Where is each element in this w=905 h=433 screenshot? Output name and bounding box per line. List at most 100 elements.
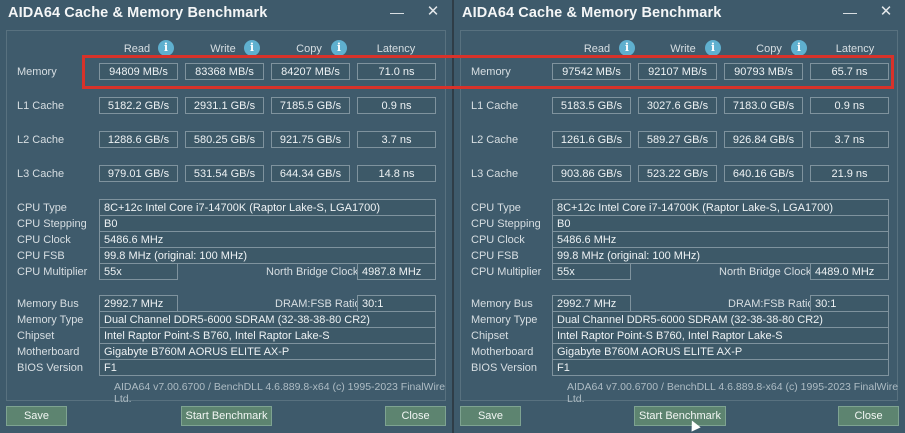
l1-write-value: 3027.6 GB/s	[638, 97, 717, 114]
info-icon[interactable]: i	[619, 40, 635, 56]
results-panel: Read i Write i Copy i Latency Memory 948…	[6, 30, 446, 401]
benchmark-window-right: AIDA64 Cache & Memory Benchmark — ✕ Read…	[454, 0, 905, 433]
l1-read-value: 5182.2 GB/s	[99, 97, 178, 114]
chipset-value: Intel Raptor Point-S B760, Intel Raptor …	[552, 327, 889, 344]
cpu-fsb-label: CPU FSB	[17, 250, 65, 262]
cpu-multiplier-value: 55x	[99, 263, 178, 280]
memory-type-value: Dual Channel DDR5-6000 SDRAM (32-38-38-8…	[99, 311, 436, 328]
cpu-clock-label: CPU Clock	[471, 234, 525, 246]
title-bar[interactable]: AIDA64 Cache & Memory Benchmark — ✕	[454, 0, 905, 26]
north-bridge-clock-label: North Bridge Clock	[266, 266, 359, 278]
window-title: AIDA64 Cache & Memory Benchmark	[462, 5, 722, 21]
benchmark-window-left: AIDA64 Cache & Memory Benchmark — ✕ Read…	[0, 0, 452, 433]
chipset-label: Chipset	[17, 330, 55, 342]
row-label-l3-cache: L3 Cache	[17, 168, 65, 180]
l1-write-value: 2931.1 GB/s	[185, 97, 264, 114]
row-label-memory: Memory	[17, 66, 57, 78]
dram-fsb-ratio-label: DRAM:FSB Ratio	[728, 298, 814, 310]
bios-version-value: F1	[99, 359, 436, 376]
l2-write-value: 580.25 GB/s	[185, 131, 264, 148]
close-button[interactable]: Close	[385, 406, 446, 426]
cpu-fsb-value: 99.8 MHz (original: 100 MHz)	[99, 247, 436, 264]
close-button[interactable]: Close	[838, 406, 899, 426]
memory-bus-value: 2992.7 MHz	[99, 295, 178, 312]
row-label-l2-cache: L2 Cache	[17, 134, 65, 146]
start-benchmark-button[interactable]: Start Benchmark	[634, 406, 726, 426]
chipset-label: Chipset	[471, 330, 509, 342]
motherboard-value: Gigabyte B760M AORUS ELITE AX-P	[552, 343, 889, 360]
title-bar[interactable]: AIDA64 Cache & Memory Benchmark — ✕	[0, 0, 452, 26]
memory-latency-value: 65.7 ns	[810, 63, 889, 80]
dram-fsb-ratio-value: 30:1	[357, 295, 436, 312]
l3-latency-value: 21.9 ns	[810, 165, 889, 182]
info-icon[interactable]: i	[705, 40, 721, 56]
window-title: AIDA64 Cache & Memory Benchmark	[8, 5, 268, 21]
l1-copy-value: 7185.5 GB/s	[271, 97, 350, 114]
save-button[interactable]: Save	[6, 406, 67, 426]
row-label-l2-cache: L2 Cache	[471, 134, 519, 146]
start-benchmark-button[interactable]: Start Benchmark	[181, 406, 272, 426]
memory-type-label: Memory Type	[17, 314, 84, 326]
l2-latency-value: 3.7 ns	[810, 131, 889, 148]
north-bridge-clock-value: 4489.0 MHz	[810, 263, 889, 280]
l2-read-value: 1288.6 GB/s	[99, 131, 178, 148]
north-bridge-clock-value: 4987.8 MHz	[357, 263, 436, 280]
minimize-icon[interactable]: —	[386, 2, 408, 22]
l3-write-value: 531.54 GB/s	[185, 165, 264, 182]
info-icon[interactable]: i	[244, 40, 260, 56]
l3-copy-value: 640.16 GB/s	[724, 165, 803, 182]
cpu-multiplier-label: CPU Multiplier	[471, 266, 542, 278]
l1-latency-value: 0.9 ns	[357, 97, 436, 114]
cpu-clock-label: CPU Clock	[17, 234, 71, 246]
memory-read-value: 97542 MB/s	[552, 63, 631, 80]
row-label-l1-cache: L1 Cache	[17, 100, 65, 112]
cpu-type-value: 8C+12c Intel Core i7-14700K (Raptor Lake…	[552, 199, 889, 216]
memory-copy-value: 90793 MB/s	[724, 63, 803, 80]
memory-bus-label: Memory Bus	[17, 298, 79, 310]
l2-copy-value: 926.84 GB/s	[724, 131, 803, 148]
memory-write-value: 83368 MB/s	[185, 63, 264, 80]
info-icon[interactable]: i	[331, 40, 347, 56]
memory-copy-value: 84207 MB/s	[271, 63, 350, 80]
l2-write-value: 589.27 GB/s	[638, 131, 717, 148]
cpu-multiplier-label: CPU Multiplier	[17, 266, 88, 278]
save-button[interactable]: Save	[460, 406, 521, 426]
dram-fsb-ratio-value: 30:1	[810, 295, 889, 312]
l2-latency-value: 3.7 ns	[357, 131, 436, 148]
close-icon[interactable]: ✕	[875, 2, 897, 22]
l3-latency-value: 14.8 ns	[357, 165, 436, 182]
cpu-stepping-label: CPU Stepping	[17, 218, 87, 230]
column-header-latency: Latency	[376, 43, 416, 55]
row-label-memory: Memory	[471, 66, 511, 78]
minimize-icon[interactable]: —	[839, 2, 861, 22]
close-icon[interactable]: ✕	[422, 2, 444, 22]
cpu-clock-value: 5486.6 MHz	[99, 231, 436, 248]
column-header-latency: Latency	[835, 43, 875, 55]
cpu-type-value: 8C+12c Intel Core i7-14700K (Raptor Lake…	[99, 199, 436, 216]
cpu-stepping-value: B0	[552, 215, 889, 232]
info-icon[interactable]: i	[791, 40, 807, 56]
dram-fsb-ratio-label: DRAM:FSB Ratio	[275, 298, 361, 310]
l3-read-value: 903.86 GB/s	[552, 165, 631, 182]
info-icon[interactable]: i	[158, 40, 174, 56]
cpu-multiplier-value: 55x	[552, 263, 631, 280]
l2-copy-value: 921.75 GB/s	[271, 131, 350, 148]
motherboard-label: Motherboard	[471, 346, 534, 358]
cpu-stepping-label: CPU Stepping	[471, 218, 541, 230]
motherboard-value: Gigabyte B760M AORUS ELITE AX-P	[99, 343, 436, 360]
bios-version-label: BIOS Version	[471, 362, 538, 374]
cpu-type-label: CPU Type	[471, 202, 521, 214]
row-label-l3-cache: L3 Cache	[471, 168, 519, 180]
l2-read-value: 1261.6 GB/s	[552, 131, 631, 148]
l3-read-value: 979.01 GB/s	[99, 165, 178, 182]
cpu-type-label: CPU Type	[17, 202, 67, 214]
cpu-clock-value: 5486.6 MHz	[552, 231, 889, 248]
cpu-fsb-label: CPU FSB	[471, 250, 519, 262]
l1-latency-value: 0.9 ns	[810, 97, 889, 114]
bios-version-label: BIOS Version	[17, 362, 84, 374]
results-panel: Read i Write i Copy i Latency Memory 975…	[460, 30, 898, 401]
bios-version-value: F1	[552, 359, 889, 376]
memory-write-value: 92107 MB/s	[638, 63, 717, 80]
motherboard-label: Motherboard	[17, 346, 80, 358]
row-label-l1-cache: L1 Cache	[471, 100, 519, 112]
